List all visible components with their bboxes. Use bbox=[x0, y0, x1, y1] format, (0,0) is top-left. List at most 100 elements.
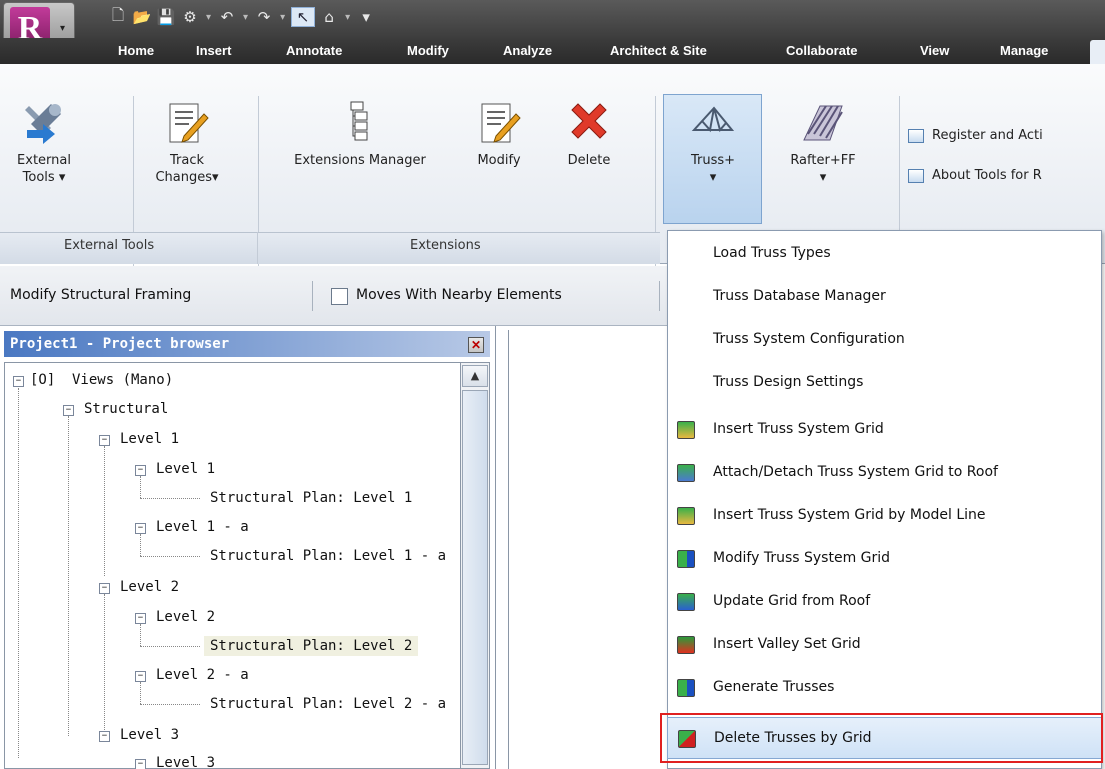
menu-item-label: Insert Valley Set Grid bbox=[713, 636, 861, 652]
tree-expand-icon[interactable]: − bbox=[63, 405, 74, 416]
grid-update-icon bbox=[677, 593, 695, 611]
tree-expand-icon[interactable]: − bbox=[135, 465, 146, 476]
tab-home[interactable]: Home bbox=[118, 43, 154, 58]
tree-item-structural-plan-level-2[interactable]: Structural Plan: Level 2 bbox=[204, 636, 419, 656]
about-tools-button[interactable]: About Tools for R bbox=[908, 168, 1042, 183]
ribbon-tabs: Home Insert Annotate Modify Analyze Arch… bbox=[0, 38, 1105, 64]
menu-item-insert-truss-system-grid[interactable]: Insert Truss System Grid bbox=[667, 409, 1102, 451]
tab-analyze[interactable]: Analyze bbox=[503, 43, 552, 58]
3d-view-dropdown-icon[interactable]: ▾ bbox=[345, 12, 350, 23]
tree-expand-icon[interactable]: − bbox=[135, 759, 146, 769]
tree-expand-icon[interactable]: − bbox=[99, 435, 110, 446]
close-icon[interactable]: ✕ bbox=[468, 337, 484, 353]
tree-expand-icon[interactable]: − bbox=[99, 731, 110, 742]
options-divider bbox=[312, 281, 313, 311]
tab-view[interactable]: View bbox=[920, 43, 949, 58]
tree-line bbox=[18, 388, 19, 758]
menu-item-insert-valley-set-grid[interactable]: Insert Valley Set Grid bbox=[667, 624, 1102, 666]
menu-item-label: Generate Trusses bbox=[713, 679, 835, 695]
register-label: Register and Acti bbox=[932, 128, 1043, 143]
panel-label-external-tools: External Tools bbox=[64, 238, 155, 253]
menu-item-update-grid-from-roof[interactable]: Update Grid from Roof bbox=[667, 581, 1102, 623]
valley-set-icon bbox=[677, 636, 695, 654]
register-activate-button[interactable]: Register and Acti bbox=[908, 128, 1043, 143]
tree-expand-icon[interactable]: − bbox=[99, 583, 110, 594]
save-icon[interactable]: 💾 bbox=[156, 7, 176, 27]
new-icon[interactable]: 🗋 bbox=[108, 6, 128, 27]
rafter-ff-label: Rafter+FF bbox=[790, 153, 856, 168]
tree-line bbox=[140, 556, 200, 557]
truss-icon bbox=[690, 100, 736, 146]
menu-item-truss-design-settings[interactable]: Truss Design Settings bbox=[667, 362, 1102, 404]
sync-icon[interactable]: ⚙ bbox=[180, 7, 200, 27]
tree-line bbox=[140, 646, 200, 647]
undo-dropdown-icon[interactable]: ▾ bbox=[243, 12, 248, 23]
modify-document-icon bbox=[476, 100, 522, 146]
menu-item-truss-database-manager[interactable]: Truss Database Manager bbox=[667, 276, 1102, 318]
tree-expand-icon[interactable]: − bbox=[13, 376, 24, 387]
tree-item-level-3[interactable]: Level 3 bbox=[120, 727, 179, 743]
tree-item-level-1-sub[interactable]: Level 1 bbox=[156, 461, 215, 477]
redo-icon[interactable]: ↷ bbox=[254, 7, 274, 27]
tree-item-structural-plan-level-1[interactable]: Structural Plan: Level 1 bbox=[210, 490, 412, 506]
delete-button[interactable]: Delete bbox=[552, 100, 626, 169]
moves-with-nearby-checkbox[interactable] bbox=[331, 288, 348, 305]
menu-item-modify-truss-system-grid[interactable]: Modify Truss System Grid bbox=[667, 538, 1102, 580]
tree-expand-icon[interactable]: − bbox=[135, 671, 146, 682]
scroll-up-icon[interactable]: ▲ bbox=[462, 365, 488, 387]
open-icon[interactable]: 📂 bbox=[132, 7, 152, 27]
sync-dropdown-icon[interactable]: ▾ bbox=[206, 12, 211, 23]
external-tools-button[interactable]: External Tools ▾ bbox=[4, 100, 84, 186]
tree-item-structural-plan-level-1-a[interactable]: Structural Plan: Level 1 - a bbox=[210, 548, 458, 564]
menu-item-generate-trusses[interactable]: Generate Trusses bbox=[667, 667, 1102, 709]
tree-line bbox=[140, 682, 141, 704]
panel-divider bbox=[257, 232, 258, 264]
customize-icon[interactable]: ▾ bbox=[356, 7, 376, 27]
tree-item-views[interactable]: Views (Mano) bbox=[72, 372, 173, 388]
tree-item-level-1[interactable]: Level 1 bbox=[120, 431, 179, 447]
menu-item-label: Load Truss Types bbox=[713, 245, 831, 261]
tab-modify[interactable]: Modify bbox=[407, 43, 449, 58]
redo-dropdown-icon[interactable]: ▾ bbox=[280, 12, 285, 23]
tree-item-level-3-sub[interactable]: Level 3 bbox=[156, 755, 215, 769]
register-icon bbox=[908, 128, 924, 143]
track-changes-button[interactable]: Track Changes▾ bbox=[146, 100, 228, 186]
extensions-manager-button[interactable]: Extensions Manager bbox=[266, 100, 454, 169]
undo-icon[interactable]: ↶ bbox=[217, 7, 237, 27]
external-tools-label-2: Tools bbox=[22, 170, 55, 185]
menu-item-attach-detach-grid[interactable]: Attach/Detach Truss System Grid to Roof bbox=[667, 452, 1102, 494]
tree-item-level-2-sub[interactable]: Level 2 bbox=[156, 609, 215, 625]
tab-collaborate[interactable]: Collaborate bbox=[786, 43, 858, 58]
tree-expand-icon[interactable]: − bbox=[135, 523, 146, 534]
quick-access-toolbar: 🗋 📂 💾 ⚙ ▾ ↶ ▾ ↷ ▾ ↖ ⌂ ▾ ▾ bbox=[108, 4, 376, 30]
tree-line bbox=[104, 446, 105, 576]
menu-item-label: Truss Design Settings bbox=[713, 374, 864, 390]
generate-trusses-icon bbox=[677, 679, 695, 697]
select-icon[interactable]: ↖ bbox=[291, 7, 316, 27]
scrollbar-thumb[interactable] bbox=[462, 390, 488, 765]
tree-item-level-1-a[interactable]: Level 1 - a bbox=[156, 519, 249, 535]
chevron-down-icon: ▾ bbox=[709, 170, 717, 185]
about-icon bbox=[908, 168, 924, 183]
rafter-icon bbox=[800, 100, 846, 146]
menu-item-load-truss-types[interactable]: Load Truss Types bbox=[667, 233, 1102, 275]
tree-item-level-2-a[interactable]: Level 2 - a bbox=[156, 667, 249, 683]
modify-label: Modify bbox=[477, 153, 521, 168]
tab-add-ins[interactable] bbox=[1090, 40, 1105, 64]
tree-item-structural-plan-level-2-a[interactable]: Structural Plan: Level 2 - a bbox=[210, 696, 458, 712]
tab-architect-site[interactable]: Architect & Site bbox=[610, 43, 707, 58]
tree-line bbox=[140, 498, 200, 499]
tab-insert[interactable]: Insert bbox=[196, 43, 231, 58]
tab-annotate[interactable]: Annotate bbox=[286, 43, 342, 58]
tree-item-level-2[interactable]: Level 2 bbox=[120, 579, 179, 595]
menu-item-insert-grid-model-line[interactable]: Insert Truss System Grid by Model Line bbox=[667, 495, 1102, 537]
tab-manage[interactable]: Manage bbox=[1000, 43, 1048, 58]
tree-expand-icon[interactable]: − bbox=[135, 613, 146, 624]
modify-button[interactable]: Modify bbox=[462, 100, 536, 169]
rafter-ff-button[interactable]: Rafter+FF ▾ bbox=[772, 100, 874, 186]
chevron-down-icon: ▾ bbox=[60, 23, 66, 34]
tree-item-structural[interactable]: Structural bbox=[84, 401, 168, 417]
menu-item-truss-system-configuration[interactable]: Truss System Configuration bbox=[667, 319, 1102, 361]
moves-with-nearby-label[interactable]: Moves With Nearby Elements bbox=[356, 287, 562, 303]
3d-view-icon[interactable]: ⌂ bbox=[319, 7, 339, 27]
